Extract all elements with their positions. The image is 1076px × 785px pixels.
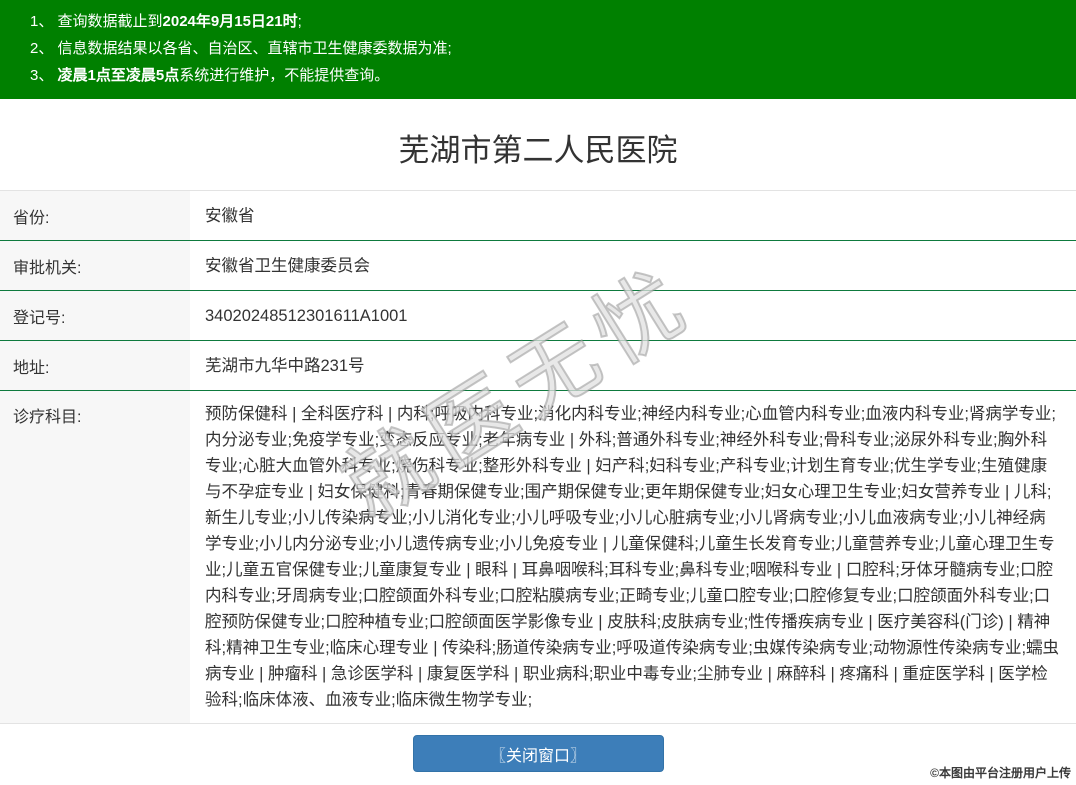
info-table: 省份: 安徽省 审批机关: 安徽省卫生健康委员会 登记号: 340202485123016… (0, 190, 1076, 724)
row-value-text: 芜湖市九华中路231号 (205, 356, 365, 375)
notice-line: 2、 信息数据结果以各省、自治区、直辖市卫生健康委数据为准; (30, 35, 1066, 62)
notice-bold-text: 凌晨1点至凌晨5点 (57, 67, 180, 84)
table-row: 地址: 芜湖市九华中路231号 (0, 340, 1076, 390)
notice-bold-text: 2024年9月15日21时 (162, 13, 298, 30)
upload-credit-watermark: ©本图由平台注册用户上传 (930, 766, 1071, 780)
row-label: 审批机关: (0, 241, 190, 290)
notice-text: 系统进行维护，不能提供查询。 (179, 67, 390, 84)
table-row: 诊疗科目: 预防保健科 | 全科医疗科 | 内科;呼吸内科专业;消化内科专业;神经… (0, 390, 1076, 723)
row-value-text: 34020248512301611A1001 (205, 306, 408, 325)
row-value: 安徽省卫生健康委员会 (190, 241, 1076, 290)
row-label: 省份: (0, 191, 190, 240)
row-value-text: 安徽省卫生健康委员会 (205, 256, 370, 275)
notice-line: 1、 查询数据截止到2024年9月15日21时; (30, 8, 1066, 35)
notice-line: 3、 凌晨1点至凌晨5点系统进行维护，不能提供查询。 (30, 62, 1066, 89)
row-value: 预防保健科 | 全科医疗科 | 内科;呼吸内科专业;消化内科专业;神经内科专业;… (190, 391, 1076, 723)
table-row: 省份: 安徽省 (0, 191, 1076, 240)
row-value: 安徽省 (190, 191, 1076, 240)
row-label: 诊疗科目: (0, 391, 190, 723)
notice-text: 2、 信息数据结果以各省、自治区、直辖市卫生健康委数据为准; (30, 40, 452, 57)
table-row: 登记号: 34020248512301611A1001 (0, 290, 1076, 340)
notice-text: 3、 (30, 67, 58, 84)
notice-text: 1、 查询数据截止到 (30, 13, 163, 30)
close-window-button[interactable]: 〖关闭窗口〗 (412, 735, 664, 772)
row-label: 登记号: (0, 291, 190, 340)
row-value-text: 安徽省 (205, 206, 255, 225)
row-value: 芜湖市九华中路231号 (190, 341, 1076, 390)
button-row: 〖关闭窗口〗 (0, 735, 1076, 772)
table-row: 审批机关: 安徽省卫生健康委员会 (0, 240, 1076, 290)
row-value: 34020248512301611A1001 (190, 291, 1076, 340)
notice-bar: 1、 查询数据截止到2024年9月15日21时; 2、 信息数据结果以各省、自治区… (0, 0, 1076, 99)
notice-text: ; (297, 13, 302, 30)
row-value-text: 预防保健科 | 全科医疗科 | 内科;呼吸内科专业;消化内科专业;神经内科专业;… (205, 405, 1060, 709)
row-label: 地址: (0, 341, 190, 390)
page-title: 芜湖市第二人民医院 (398, 133, 678, 168)
